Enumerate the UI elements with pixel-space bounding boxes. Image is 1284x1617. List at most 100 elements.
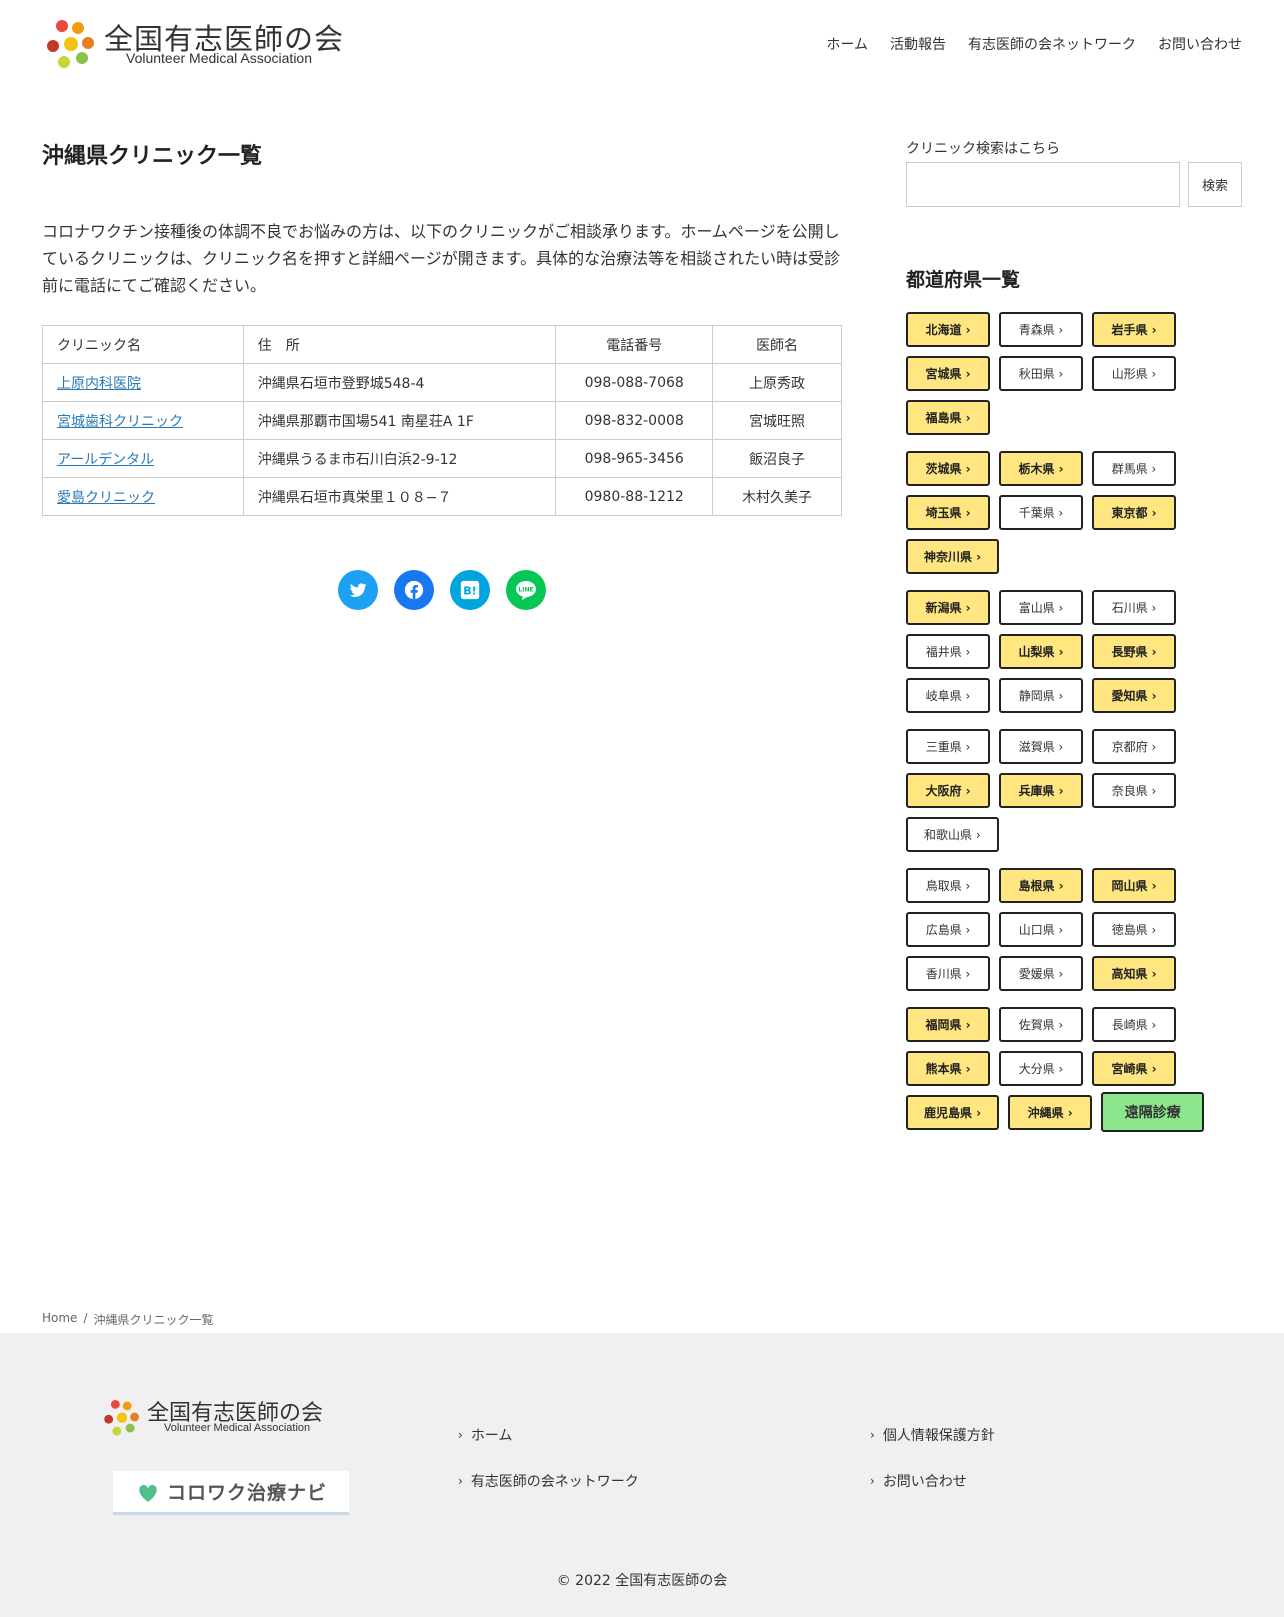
prefecture-button[interactable]: 大分県 › [999,1051,1083,1086]
prefecture-button[interactable]: 青森県 › [999,312,1083,347]
prefecture-button[interactable]: 鹿児島県 › [906,1095,1000,1130]
remote-consultation-button[interactable]: 遠隔診療 [1101,1092,1205,1132]
prefecture-button[interactable]: 広島県 › [906,912,990,947]
prefecture-button[interactable]: 山梨県 › [999,634,1083,669]
prefecture-button[interactable]: 宮崎県 › [1092,1051,1176,1086]
svg-text:B!: B! [463,585,476,598]
clinic-doctor: 飯沼良子 [712,439,842,478]
nav-contact[interactable]: お問い合わせ [1158,34,1242,54]
prefecture-button[interactable]: 宮城県 › [906,356,990,391]
footer-link-privacy[interactable]: › 個人情報保護方針 [870,1425,995,1445]
footer-link-contact[interactable]: › お問い合わせ [870,1471,995,1491]
clinic-name-link[interactable]: 宮城歯科クリニック [57,414,183,430]
prefecture-button[interactable]: 島根県 › [999,868,1083,903]
prefecture-button[interactable]: 茨城県 › [906,451,990,486]
nav-activity-report[interactable]: 活動報告 [890,34,946,54]
prefecture-button[interactable]: 熊本県 › [906,1051,990,1086]
prefecture-button[interactable]: 岩手県 › [1092,312,1176,347]
hatena-icon: B! [460,580,480,600]
search-row: 検索 [906,162,1242,207]
prefecture-button[interactable]: 愛知県 › [1092,678,1176,713]
prefecture-button[interactable]: 愛媛県 › [999,956,1083,991]
chevron-right-icon: › [870,1474,875,1488]
table-row: 愛島クリニック 沖縄県石垣市真栄里１０８−７ 0980-88-1212 木村久美子 [42,477,842,516]
facebook-icon [404,580,424,600]
prefecture-button[interactable]: 奈良県 › [1092,773,1176,808]
prefecture-button[interactable]: 福井県 › [906,634,990,669]
nav-network[interactable]: 有志医師の会ネットワーク [968,34,1136,54]
clinic-name-link[interactable]: 愛島クリニック [57,490,155,506]
clinic-name-link[interactable]: 上原内科医院 [57,376,141,392]
prefecture-button[interactable]: 静岡県 › [999,678,1083,713]
prefecture-button[interactable]: 徳島県 › [1092,912,1176,947]
prefecture-group: 北海道 › 青森県 › 岩手県 › 宮城県 › 秋田県 › 山形県 › 福島県 › [906,312,1226,435]
copyright: © 2022 全国有志医師の会 [556,1573,728,1589]
prefecture-button[interactable]: 香川県 › [906,956,990,991]
prefecture-button[interactable]: 岐阜県 › [906,678,990,713]
nav-home[interactable]: ホーム [826,34,868,54]
footer-logo-mark-icon [104,1399,140,1436]
svg-text:LINE: LINE [518,587,533,594]
prefecture-groups: 北海道 › 青森県 › 岩手県 › 宮城県 › 秋田県 › 山形県 › 福島県 › 茨城県 ›… [906,312,1242,1132]
prefecture-button[interactable]: 富山県 › [999,590,1083,625]
twitter-icon [349,583,367,597]
prefecture-button[interactable]: 秋田県 › [999,356,1083,391]
line-icon: LINE [516,581,536,600]
clinic-name-link[interactable]: アールデンタル [57,452,154,468]
prefecture-button[interactable]: 沖縄県 › [1008,1095,1093,1130]
footer-logo[interactable]: 全国有志医師の会 Volunteer Medical Association [102,1397,342,1439]
prefecture-button[interactable]: 北海道 › [906,312,990,347]
prefecture-button[interactable]: 大阪府 › [906,773,990,808]
prefecture-button[interactable]: 長野県 › [1092,634,1176,669]
prefecture-button[interactable]: 岡山県 › [1092,868,1176,903]
logo-subtitle: Volunteer Medical Association [126,50,312,66]
prefecture-button[interactable]: 福岡県 › [906,1007,990,1042]
prefecture-button[interactable]: 滋賀県 › [999,729,1083,764]
prefecture-button[interactable]: 高知県 › [1092,956,1176,991]
search-button[interactable]: 検索 [1188,162,1242,207]
prefecture-button[interactable]: 埼玉県 › [906,495,990,530]
prefecture-button[interactable]: 和歌山県 › [906,817,999,852]
prefecture-button[interactable]: 新潟県 › [906,590,990,625]
site-logo[interactable]: 全国有志医師の会 Volunteer Medical Association [44,16,364,72]
breadcrumb-home[interactable]: Home [42,1311,77,1328]
clinic-doctor: 上原秀政 [712,363,842,402]
prefecture-button[interactable]: 山形県 › [1092,356,1176,391]
footer-logo-subtitle: Volunteer Medical Association [164,1422,311,1434]
prefecture-button[interactable]: 石川県 › [1092,590,1176,625]
footer-link-label: お問い合わせ [882,1474,967,1490]
hatena-share-button[interactable]: B! [450,570,490,610]
breadcrumb-separator: / [83,1311,88,1325]
prefecture-button[interactable]: 群馬県 › [1092,451,1176,486]
header-phone: 電話番号 [555,325,714,364]
footer-link-network[interactable]: › 有志医師の会ネットワーク [458,1471,639,1491]
prefecture-button[interactable]: 神奈川県 › [906,539,1000,574]
footer-link-home[interactable]: › ホーム [458,1425,639,1445]
prefecture-button[interactable]: 兵庫県 › [999,773,1083,808]
facebook-share-button[interactable] [394,570,434,610]
prefecture-group: 鳥取県 › 島根県 › 岡山県 › 広島県 › 山口県 › 徳島県 › 香川県 › 愛媛県 ›… [906,868,1226,991]
table-row: アールデンタル 沖縄県うるま市石川白浜2-9-12 098-965-3456 飯沼良子 [42,439,842,478]
prefecture-button[interactable]: 山口県 › [999,912,1083,947]
clinic-address: 沖縄県石垣市真栄里１０８−７ [242,477,557,516]
header-address: 住 所 [242,325,557,364]
corowaku-navi-banner[interactable]: コロワク治療ナビ [113,1471,349,1515]
prefecture-button[interactable]: 京都府 › [1092,729,1176,764]
prefecture-button[interactable]: 三重県 › [906,729,990,764]
prefecture-button[interactable]: 佐賀県 › [999,1007,1083,1042]
line-share-button[interactable]: LINE [506,570,546,610]
prefecture-button[interactable]: 鳥取県 › [906,868,990,903]
chevron-right-icon: › [458,1428,463,1442]
clinic-phone: 0980-88-1212 [555,477,714,516]
prefecture-button[interactable]: 東京都 › [1092,495,1176,530]
clinic-address: 沖縄県那覇市国場541 南星荘A 1F [242,401,557,440]
prefecture-button[interactable]: 長崎県 › [1092,1007,1176,1042]
prefecture-button[interactable]: 栃木県 › [999,451,1083,486]
prefecture-button[interactable]: 千葉県 › [999,495,1083,530]
table-header-row: クリニック名 住 所 電話番号 医師名 [42,325,842,364]
search-input[interactable] [906,162,1180,207]
prefecture-button[interactable]: 福島県 › [906,400,990,435]
banner-text: コロワク治療ナビ [166,1482,327,1504]
twitter-share-button[interactable] [338,570,378,610]
site-footer: 全国有志医師の会 Volunteer Medical Association コ… [0,1333,1284,1617]
